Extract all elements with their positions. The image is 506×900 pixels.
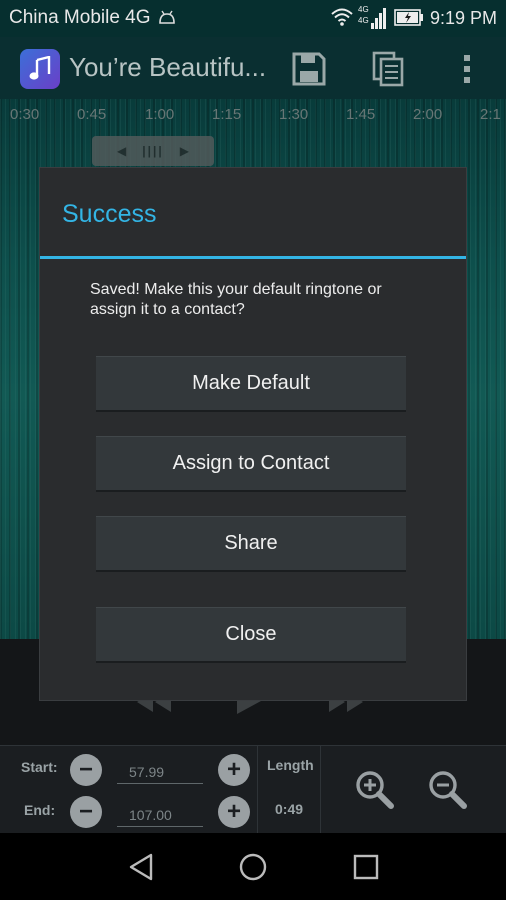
- end-time-field[interactable]: 107.00: [117, 797, 203, 827]
- battery-icon: [394, 9, 423, 26]
- trim-panel: Start: − 57.99 + End: − 107.00 + Length …: [0, 745, 506, 834]
- zoom-out-icon[interactable]: [428, 770, 468, 810]
- length-label: Length: [267, 757, 314, 773]
- wifi-icon: [331, 8, 353, 26]
- close-button[interactable]: Close: [96, 607, 406, 663]
- dialog-divider: [40, 256, 466, 259]
- zoom-in-icon[interactable]: [355, 770, 395, 810]
- dialog-title: Success: [62, 200, 157, 228]
- plus-icon: +: [226, 798, 241, 825]
- make-default-button[interactable]: Make Default: [96, 356, 406, 412]
- navigation-bar: [0, 833, 506, 900]
- divider: [257, 746, 258, 834]
- copy-icon: [372, 51, 404, 87]
- end-increase-button[interactable]: +: [218, 796, 250, 828]
- minus-icon: −: [78, 756, 93, 783]
- save-button[interactable]: [291, 51, 327, 87]
- start-decrease-button[interactable]: −: [70, 754, 102, 786]
- save-icon: [292, 52, 326, 86]
- start-label: Start:: [21, 759, 58, 775]
- dialog-message: Saved! Make this your default ringtone o…: [90, 281, 382, 318]
- end-label: End:: [24, 802, 56, 818]
- share-button[interactable]: Share: [96, 516, 406, 572]
- back-icon[interactable]: [128, 853, 154, 881]
- svg-text:4G: 4G: [358, 5, 369, 14]
- start-time-field[interactable]: 57.99: [117, 754, 203, 784]
- length-value: 0:49: [275, 801, 304, 817]
- status-bar: China Mobile 4G 4G 4G 9:19 PM: [0, 0, 506, 37]
- app-title: You’re Beautifu...: [69, 52, 267, 82]
- success-dialog: Success Saved! Make this your default ri…: [40, 168, 466, 700]
- signal-icon: 4G 4G: [358, 5, 386, 29]
- status-clock: 9:19 PM: [430, 8, 498, 28]
- home-icon[interactable]: [239, 853, 267, 881]
- music-note-icon[interactable]: [20, 49, 60, 89]
- svg-text:4G: 4G: [358, 16, 369, 25]
- carrier-name: China Mobile 4G: [9, 7, 151, 28]
- action-bar: You’re Beautifu...: [0, 37, 506, 99]
- assign-to-contact-button[interactable]: Assign to Contact: [96, 436, 406, 492]
- end-decrease-button[interactable]: −: [70, 796, 102, 828]
- plus-icon: +: [226, 756, 241, 783]
- start-increase-button[interactable]: +: [218, 754, 250, 786]
- android-icon: [159, 10, 175, 24]
- overflow-menu-icon: [464, 55, 470, 83]
- copy-button[interactable]: [370, 51, 406, 87]
- divider: [320, 746, 321, 834]
- recents-icon[interactable]: [353, 854, 379, 880]
- overflow-menu-button[interactable]: [449, 51, 485, 87]
- minus-icon: −: [78, 798, 93, 825]
